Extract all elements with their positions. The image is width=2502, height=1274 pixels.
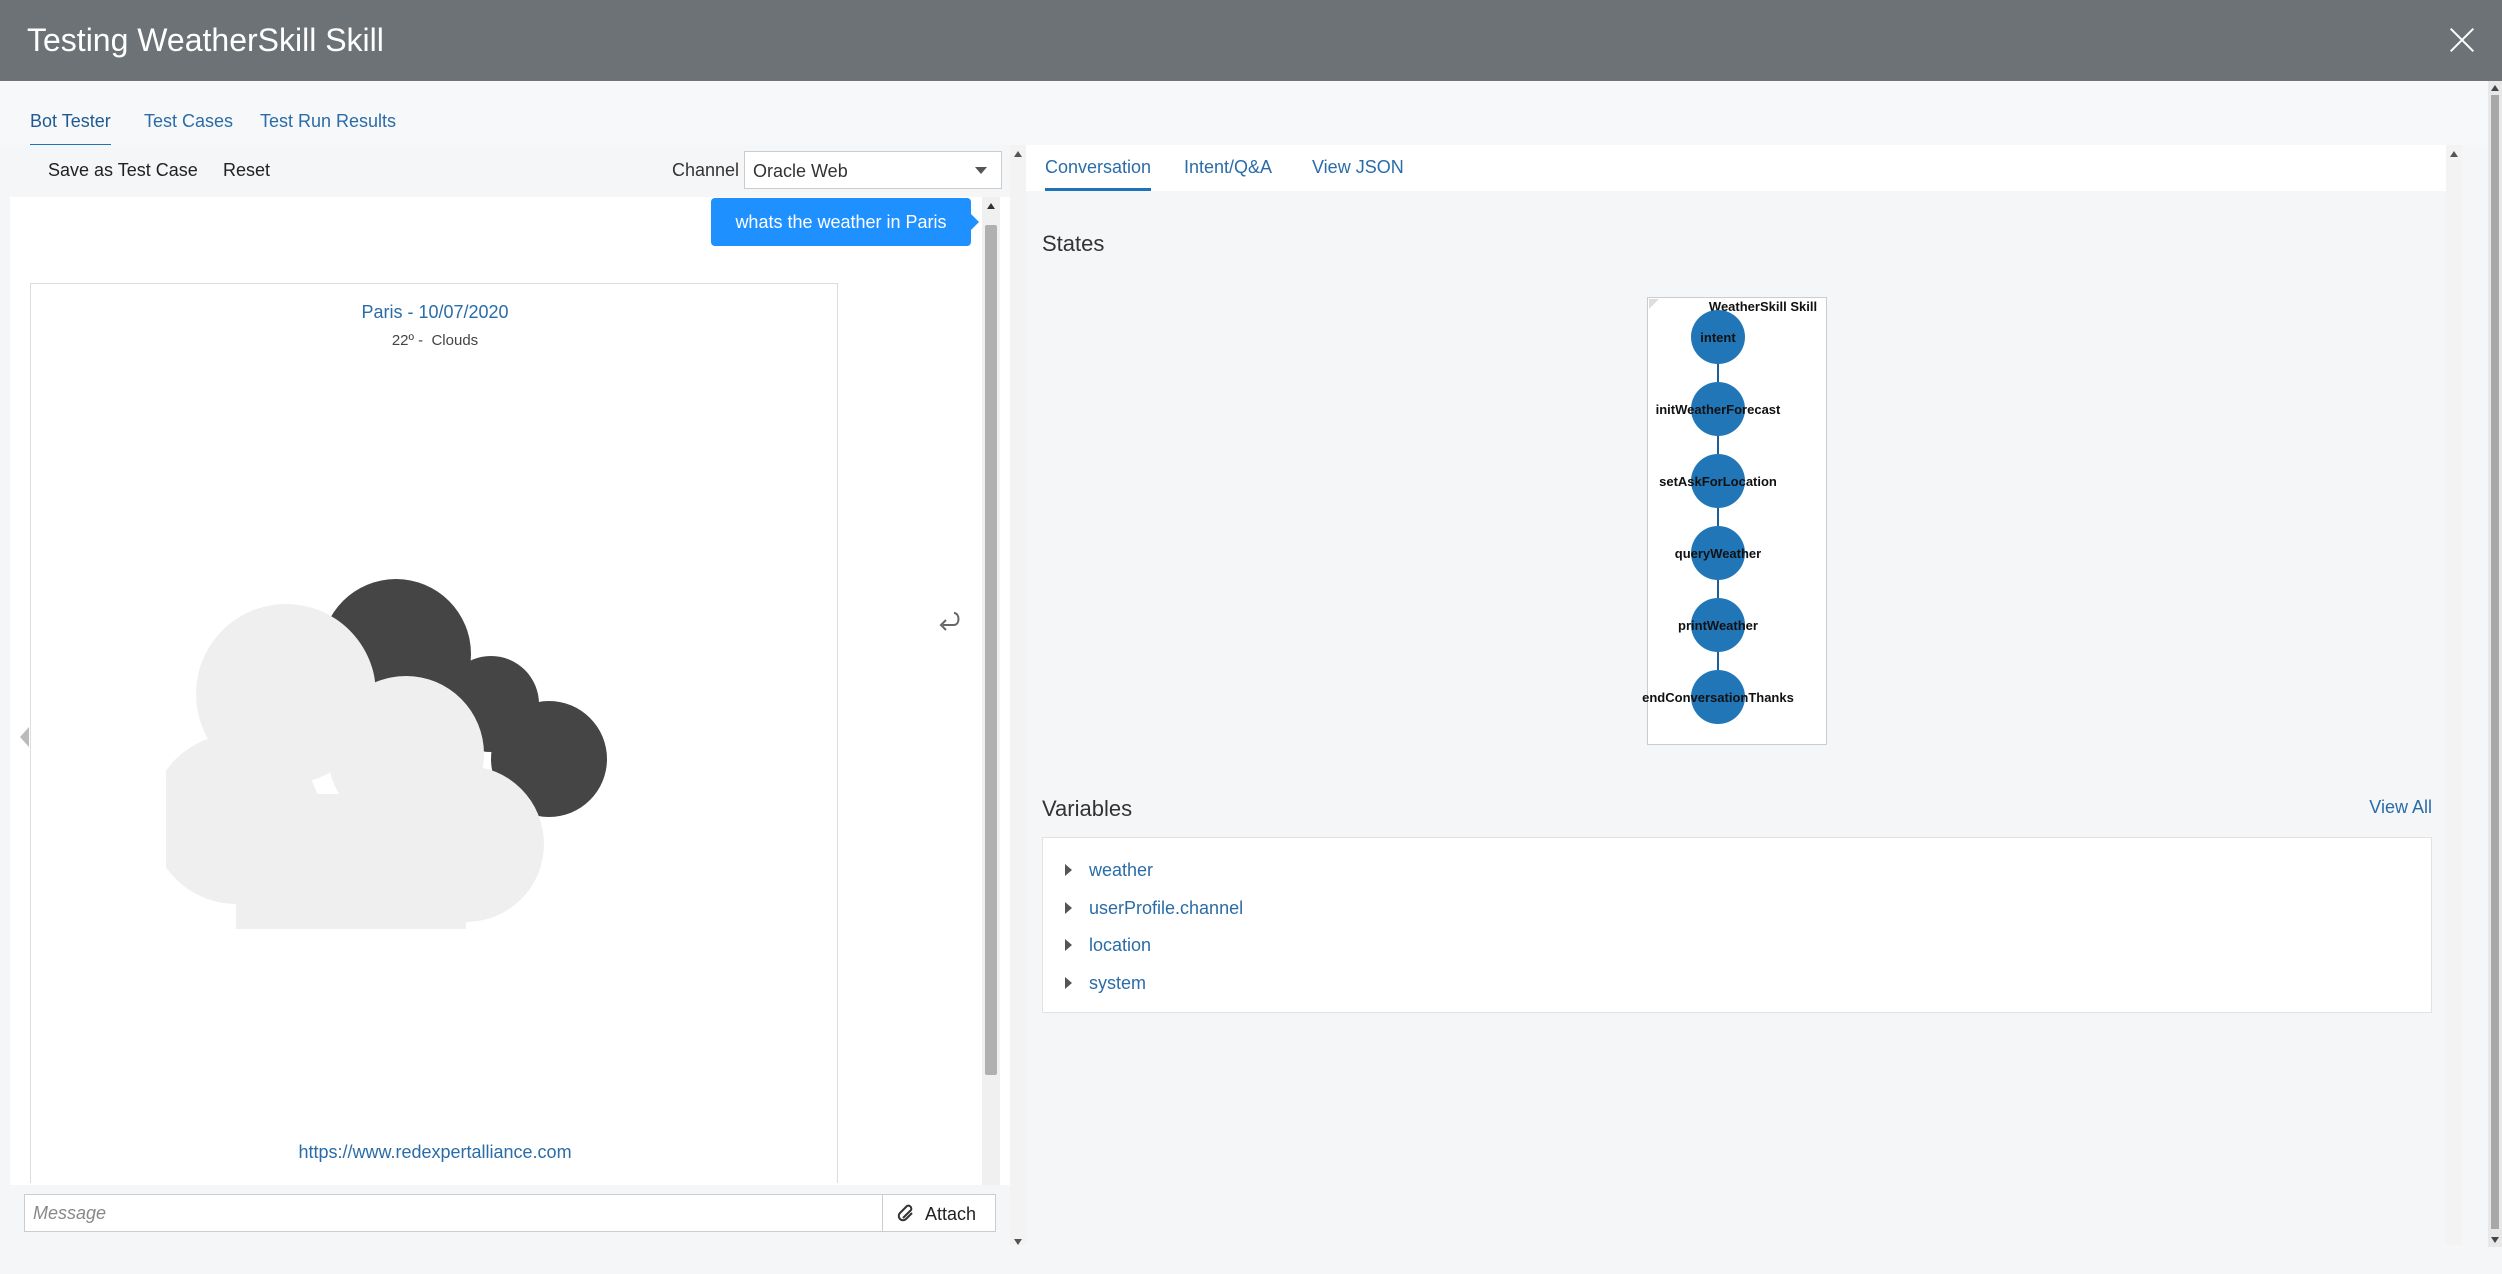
variable-name: weather [1089, 860, 1154, 880]
scroll-down-icon[interactable] [1014, 1239, 1022, 1245]
attach-label: Attach [925, 1204, 977, 1224]
paperclip-icon [897, 1204, 913, 1222]
save-as-test-case-button[interactable]: Save as Test Case [48, 160, 198, 181]
window-scrollbar[interactable] [2488, 81, 2502, 1247]
scroll-up-icon[interactable] [2491, 85, 2499, 91]
view-all-link[interactable]: View All [2369, 797, 2432, 818]
variable-name: location [1089, 935, 1152, 955]
chat-pane: Save as Test Case Reset Channel Oracle W… [10, 145, 1010, 1245]
reset-button[interactable]: Reset [223, 160, 270, 181]
weather-card: Paris - 10/07/2020 22º - Clouds https://… [30, 283, 838, 1183]
carousel-prev-icon[interactable] [20, 727, 29, 747]
expand-icon [1065, 977, 1072, 989]
variables-list: weather userProfile.channel location sys… [1042, 837, 2432, 1013]
main-tab-bar: Bot Tester Test Cases Test Run Results [0, 81, 2488, 148]
channel-select-value: Oracle Web [753, 161, 848, 181]
collapse-corner-icon[interactable] [1649, 299, 1659, 309]
conversation-pane: Conversation Intent/Q&A View JSON States… [1026, 145, 2462, 1245]
chat-scrollbar[interactable] [982, 197, 1000, 1237]
tab-intent-qa[interactable]: Intent/Q&A [1184, 157, 1272, 188]
chevron-down-icon [975, 167, 987, 174]
variable-name: userProfile.channel [1089, 898, 1244, 918]
expand-icon [1065, 939, 1072, 951]
tab-test-cases[interactable]: Test Cases [144, 111, 233, 144]
pane-splitter[interactable] [1010, 145, 1026, 1245]
state-node-label: queryWeather [1675, 546, 1761, 561]
state-node-label: endConversationThanks [1642, 690, 1794, 705]
channel-label: Channel [672, 160, 740, 180]
attach-button[interactable]: Attach [882, 1194, 996, 1232]
dialog-title: Testing WeatherSkill Skill [27, 22, 384, 58]
cloudy-weather-icon [166, 579, 607, 929]
scrollbar-thumb[interactable] [985, 225, 997, 1075]
scroll-down-icon[interactable] [2491, 1237, 2499, 1243]
conversation-tab-bar: Conversation Intent/Q&A View JSON [1026, 145, 2446, 191]
scroll-up-icon[interactable] [987, 203, 995, 209]
compose-bar: Attach [10, 1185, 1010, 1245]
state-node-label: intent [1700, 330, 1736, 345]
tab-bot-tester[interactable]: Bot Tester [30, 111, 111, 148]
variables-heading: Variables [1042, 796, 1133, 821]
states-heading: States [1042, 231, 1105, 256]
undo-arrow-icon[interactable] [934, 605, 964, 635]
card-title: Paris - 10/07/2020 [361, 302, 509, 322]
state-node-label: initWeatherForecast [1656, 402, 1781, 417]
user-message-bubble: whats the weather in Paris [711, 198, 979, 246]
state-node-label: setAskForLocation [1659, 474, 1777, 489]
conversation-scrollbar[interactable] [2446, 145, 2462, 1245]
channel-select[interactable]: Oracle Web [744, 151, 1002, 189]
chat-toolbar: Save as Test Case Reset Channel Oracle W… [10, 145, 1010, 197]
tab-conversation[interactable]: Conversation [1045, 157, 1152, 191]
close-icon[interactable] [2444, 22, 2480, 58]
expand-icon [1065, 902, 1072, 914]
scrollbar-thumb[interactable] [2491, 95, 2499, 1229]
tab-view-json[interactable]: View JSON [1312, 157, 1404, 188]
card-subtitle: 22º - Clouds [391, 332, 479, 349]
dialog-header: Testing WeatherSkill Skill [0, 0, 2502, 81]
message-input[interactable] [24, 1194, 886, 1232]
expand-icon [1065, 864, 1072, 876]
tab-test-run-results[interactable]: Test Run Results [260, 111, 396, 144]
card-link[interactable]: https://www.redexpertalliance.com [31, 1142, 839, 1163]
state-node-label: printWeather [1678, 618, 1758, 633]
scroll-up-icon[interactable] [1014, 151, 1022, 157]
variable-name: system [1089, 973, 1147, 993]
scroll-up-icon[interactable] [2450, 151, 2458, 157]
state-flow-graph: WeatherSkill Skill intentinitWeatherFore… [1642, 299, 1817, 724]
